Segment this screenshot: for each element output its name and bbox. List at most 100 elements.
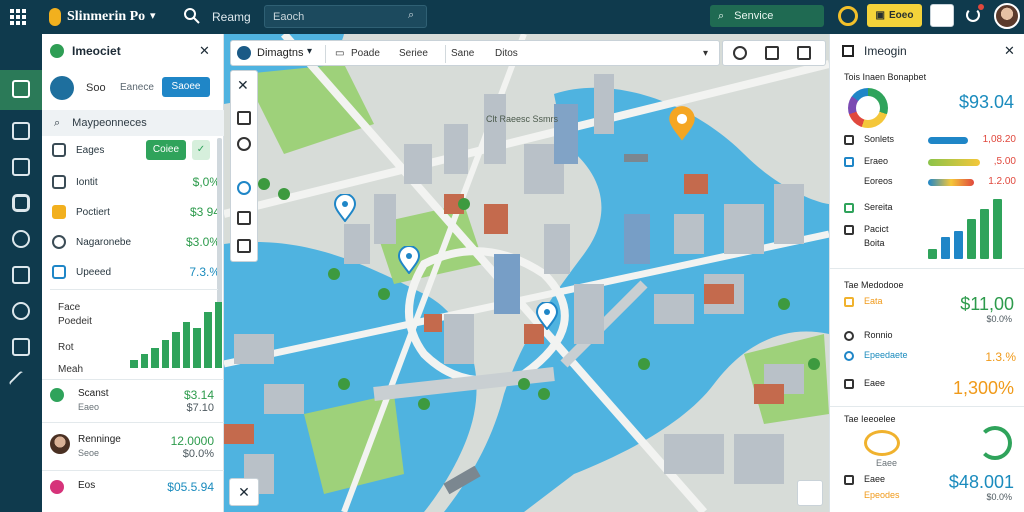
kpi-row[interactable]: Eoreos 1.2.00 bbox=[844, 176, 1022, 190]
metric-row[interactable]: Epeedaete 1.3.% bbox=[844, 350, 1022, 364]
divider bbox=[445, 45, 446, 63]
tab-first[interactable]: Soo bbox=[86, 82, 106, 94]
rail-building-icon[interactable] bbox=[12, 338, 30, 356]
rail-clock-icon[interactable] bbox=[12, 230, 30, 248]
sub-row-label: Pacict bbox=[864, 224, 889, 234]
kpi-row-value: ,5.00 bbox=[993, 156, 1016, 167]
clock-icon bbox=[844, 331, 854, 341]
summary-subtitle: Eaeo bbox=[78, 402, 100, 412]
tag-icon bbox=[52, 143, 66, 157]
rail-map-icon[interactable] bbox=[12, 158, 30, 176]
kpi-row[interactable]: Eraeo ,5.00 bbox=[844, 156, 1022, 170]
toolbar-item-label[interactable]: Poade bbox=[351, 48, 380, 59]
kpi-row-value: 1.2.00 bbox=[988, 176, 1016, 187]
bar bbox=[151, 348, 159, 368]
bar bbox=[214, 302, 223, 368]
document-icon bbox=[844, 225, 854, 235]
map-pin-highlight-icon[interactable] bbox=[668, 106, 696, 142]
notification-bell-icon[interactable] bbox=[966, 8, 980, 22]
close-icon[interactable]: ✕ bbox=[237, 78, 251, 93]
map-canvas[interactable] bbox=[224, 34, 829, 512]
search-input[interactable]: Eaoch bbox=[264, 5, 427, 28]
rail-house-icon[interactable] bbox=[12, 122, 30, 140]
list-item[interactable]: Nagaronebe $3.0% bbox=[52, 232, 220, 252]
list-item[interactable]: Upeeed 7.3.% bbox=[52, 262, 220, 282]
toolbar-item[interactable]: ▭ bbox=[335, 48, 344, 59]
app-grid-icon[interactable] bbox=[10, 9, 26, 25]
bar bbox=[203, 312, 212, 368]
summary-subtitle: Seoe bbox=[78, 448, 100, 458]
divider bbox=[42, 470, 224, 471]
toolbar-item-label[interactable]: Ditos bbox=[495, 48, 518, 59]
metric-row[interactable]: Ronnio bbox=[844, 330, 1022, 344]
chevron-down-icon[interactable]: ▾ bbox=[703, 48, 708, 59]
summary-subvalue: $7.10 bbox=[186, 402, 214, 414]
left-panel-search[interactable]: ⌕ Maypeonneces bbox=[42, 110, 224, 136]
layers-icon[interactable] bbox=[237, 211, 251, 225]
status-pill[interactable]: Coiee bbox=[146, 140, 186, 160]
brand-logo-icon bbox=[49, 8, 61, 26]
check-icon[interactable]: ✓ bbox=[192, 140, 210, 160]
hand-icon[interactable] bbox=[237, 111, 251, 125]
bar bbox=[193, 328, 201, 368]
metric-row[interactable]: Eata bbox=[844, 296, 1022, 310]
share-icon[interactable] bbox=[797, 46, 811, 60]
close-icon[interactable]: ✕ bbox=[1004, 43, 1015, 59]
action-button[interactable]: ▣ Eoeo bbox=[867, 4, 922, 27]
toolbar-item-label[interactable]: Seriee bbox=[399, 48, 428, 59]
rail-layers-icon[interactable] bbox=[12, 194, 30, 212]
list-item-value: $3.0% bbox=[185, 235, 220, 249]
locate-icon[interactable] bbox=[733, 46, 747, 60]
left-panel-icon bbox=[50, 44, 64, 58]
list-item[interactable]: Poctiert $3 94 bbox=[52, 202, 220, 222]
donut-chart bbox=[848, 88, 888, 128]
map-pin-icon[interactable] bbox=[536, 302, 558, 330]
draw-icon[interactable] bbox=[237, 137, 251, 151]
messages-icon[interactable] bbox=[930, 4, 954, 27]
tab-second[interactable]: Eanece bbox=[120, 82, 154, 93]
summary-value: $05.5.94 bbox=[167, 480, 214, 494]
reset-view-button[interactable]: ✕ bbox=[229, 478, 259, 506]
bar bbox=[980, 209, 989, 259]
kpi-subvalue: $0.0% bbox=[986, 314, 1012, 324]
list-item-label: Poctiert bbox=[76, 206, 110, 218]
metric-label: Ronnio bbox=[864, 330, 893, 340]
compass-icon[interactable] bbox=[797, 480, 823, 506]
toolbar-item-label[interactable]: Sane bbox=[451, 48, 474, 59]
service-search-button[interactable]: ⌕ Senvice bbox=[710, 5, 824, 27]
settings-gear-icon[interactable] bbox=[838, 6, 858, 26]
ring-chart bbox=[978, 426, 1012, 460]
user-avatar[interactable] bbox=[994, 3, 1020, 29]
list-item[interactable]: Iontit $,0% bbox=[52, 172, 220, 192]
map-dropdown-label[interactable]: Dimagtns bbox=[257, 47, 303, 59]
search-icon[interactable] bbox=[182, 6, 202, 26]
tab-icon[interactable] bbox=[50, 76, 74, 100]
kpi-row[interactable]: Sonlets 1,08.20 bbox=[844, 134, 1022, 148]
summary-value: $3.14 bbox=[183, 388, 214, 402]
search-submit-icon[interactable]: ⌕ bbox=[408, 9, 414, 22]
measure-icon[interactable] bbox=[765, 46, 779, 60]
rail-tools-icon[interactable] bbox=[8, 370, 34, 396]
map-pin-icon[interactable] bbox=[398, 246, 420, 274]
gauge-icon bbox=[864, 430, 900, 456]
kpi-subvalue: $0.0% bbox=[986, 492, 1012, 502]
help-icon[interactable] bbox=[237, 239, 251, 253]
list-item-label: Iontit bbox=[76, 176, 98, 188]
metric-sublabel: Epeodes bbox=[864, 490, 900, 500]
map-pin-icon[interactable] bbox=[334, 194, 356, 222]
mini-chart-labels: Face Poedeit Rot Meah bbox=[58, 302, 92, 390]
city-map[interactable]: Clt Raeesc Ssmrs bbox=[224, 34, 829, 512]
rail-box-icon[interactable] bbox=[12, 266, 30, 284]
rail-compass-icon[interactable] bbox=[12, 302, 30, 320]
close-icon[interactable]: ✕ bbox=[199, 43, 210, 59]
chevron-down-icon[interactable]: ▾ bbox=[307, 46, 312, 57]
bar bbox=[967, 219, 976, 259]
top-bar: Slinmerin Po ▾ Reamg Eaoch ⌕ ⌕ Senvice ▣… bbox=[0, 0, 1024, 34]
status-icon bbox=[50, 388, 64, 402]
globe-icon bbox=[237, 46, 251, 60]
sub-row-label: Sereita bbox=[864, 202, 893, 212]
chevron-down-icon[interactable]: ▾ bbox=[150, 9, 156, 22]
search-label: Reamg bbox=[212, 10, 251, 24]
globe-icon[interactable] bbox=[237, 181, 251, 195]
tab-third[interactable]: Saoee bbox=[162, 77, 210, 97]
